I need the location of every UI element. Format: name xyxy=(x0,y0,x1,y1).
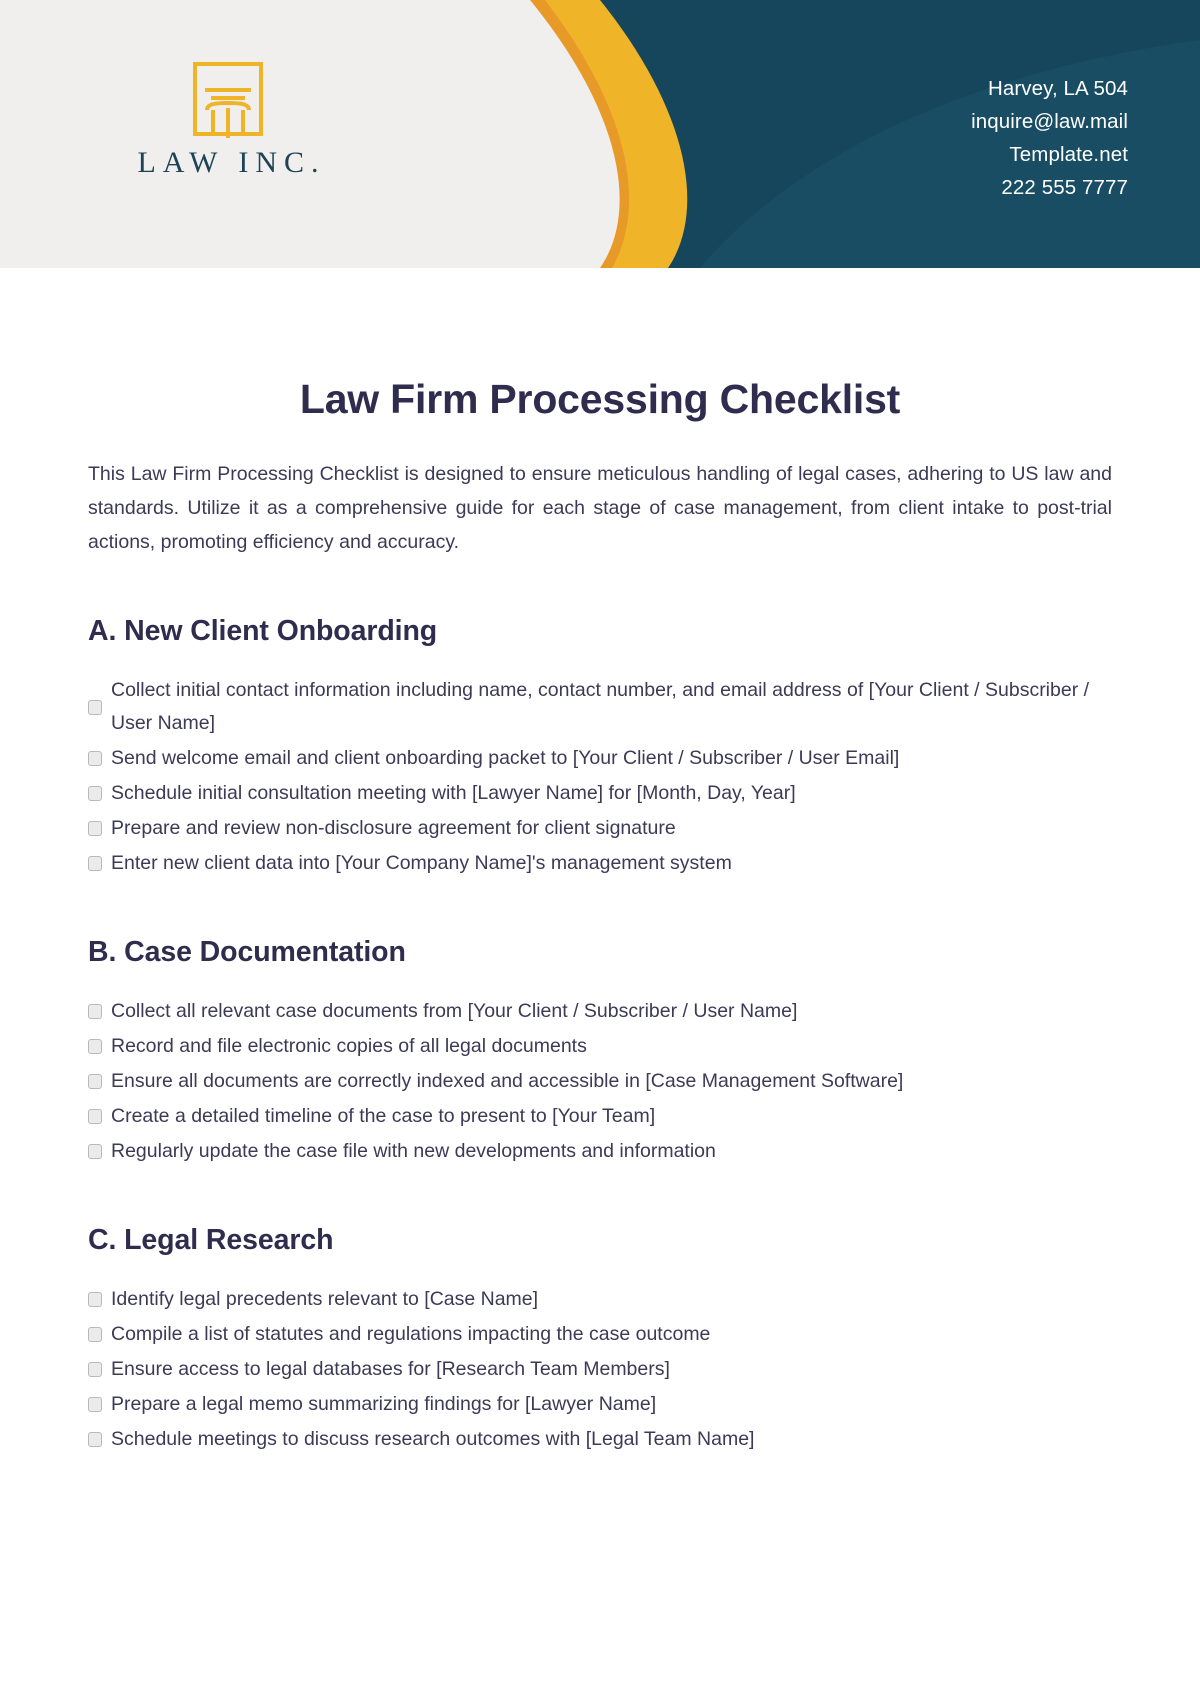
document-page: LAW INC. Harvey, LA 504 inquire@law.mail… xyxy=(0,0,1200,1700)
check-label: Identify legal precedents relevant to [C… xyxy=(111,1288,539,1310)
checkbox-icon[interactable] xyxy=(88,751,102,766)
check-label: Schedule meetings to discuss research ou… xyxy=(111,1428,755,1450)
check-label: Create a detailed timeline of the case t… xyxy=(111,1105,656,1127)
checkbox-icon[interactable] xyxy=(88,1397,102,1412)
list-item[interactable]: Ensure access to legal databases for [Re… xyxy=(88,1353,1112,1386)
brand-name: LAW INC. xyxy=(137,146,326,179)
check-label: Regularly update the case file with new … xyxy=(111,1140,716,1162)
check-label: Schedule initial consultation meeting wi… xyxy=(111,782,796,804)
section-a-checklist: Collect initial contact information incl… xyxy=(88,674,1112,880)
checkbox-icon[interactable] xyxy=(88,1039,102,1054)
check-label: Send welcome email and client onboarding… xyxy=(111,747,900,769)
list-item[interactable]: Compile a list of statutes and regulatio… xyxy=(88,1318,1112,1351)
page-header: LAW INC. Harvey, LA 504 inquire@law.mail… xyxy=(0,0,1200,268)
section-a: A. New Client Onboarding Collect initial… xyxy=(88,615,1112,880)
brand-logo: LAW INC. xyxy=(88,60,368,180)
list-item[interactable]: Schedule initial consultation meeting wi… xyxy=(88,777,1112,810)
check-label: Prepare a legal memo summarizing finding… xyxy=(111,1393,657,1415)
list-item[interactable]: Ensure all documents are correctly index… xyxy=(88,1065,1112,1098)
check-label: Ensure all documents are correctly index… xyxy=(111,1070,904,1092)
list-item[interactable]: Create a detailed timeline of the case t… xyxy=(88,1100,1112,1133)
list-item[interactable]: Identify legal precedents relevant to [C… xyxy=(88,1283,1112,1316)
section-b-heading: B. Case Documentation xyxy=(88,936,406,968)
checkbox-icon[interactable] xyxy=(88,1432,102,1447)
check-label: Record and file electronic copies of all… xyxy=(111,1035,587,1057)
page-title: Law Firm Processing Checklist xyxy=(299,376,901,422)
contact-email: inquire@law.mail xyxy=(971,110,1128,133)
contact-address: Harvey, LA 504 xyxy=(987,77,1128,100)
list-item[interactable]: Collect initial contact information incl… xyxy=(88,674,1112,740)
check-label: Enter new client data into [Your Company… xyxy=(111,852,732,874)
checkbox-icon[interactable] xyxy=(88,1074,102,1089)
list-item[interactable]: Regularly update the case file with new … xyxy=(88,1135,1112,1168)
check-label: Ensure access to legal databases for [Re… xyxy=(111,1358,670,1380)
checkbox-icon[interactable] xyxy=(88,1144,102,1159)
list-item[interactable]: Collect all relevant case documents from… xyxy=(88,995,1112,1028)
section-c-checklist: Identify legal precedents relevant to [C… xyxy=(88,1283,1112,1456)
checkbox-icon[interactable] xyxy=(88,856,102,871)
list-item[interactable]: Enter new client data into [Your Company… xyxy=(88,847,1112,880)
section-c: C. Legal Research Identify legal precede… xyxy=(88,1224,1112,1456)
intro-paragraph: This Law Firm Processing Checklist is de… xyxy=(88,463,1112,553)
checkbox-icon[interactable] xyxy=(88,1004,102,1019)
checkbox-icon[interactable] xyxy=(88,1362,102,1377)
section-b: B. Case Documentation Collect all releva… xyxy=(88,936,1112,1168)
list-item[interactable]: Record and file electronic copies of all… xyxy=(88,1030,1112,1063)
document-body: Law Firm Processing Checklist This Law F… xyxy=(0,268,1200,1458)
list-item[interactable]: Send welcome email and client onboarding… xyxy=(88,742,1112,775)
check-label: Compile a list of statutes and regulatio… xyxy=(111,1323,711,1345)
checkbox-icon[interactable] xyxy=(88,1327,102,1342)
check-label: Collect all relevant case documents from… xyxy=(111,1000,798,1022)
checkbox-icon[interactable] xyxy=(88,1292,102,1307)
check-label: Prepare and review non-disclosure agreem… xyxy=(111,817,676,839)
contact-phone: 222 555 7777 xyxy=(1001,176,1128,199)
list-item[interactable]: Prepare and review non-disclosure agreem… xyxy=(88,812,1112,845)
check-label: Collect initial contact information incl… xyxy=(111,679,1090,734)
contact-info: Harvey, LA 504 inquire@law.mail Template… xyxy=(971,72,1128,204)
section-c-heading: C. Legal Research xyxy=(88,1224,334,1256)
checkbox-icon[interactable] xyxy=(88,699,102,715)
pillar-column-icon xyxy=(193,62,263,138)
contact-website: Template.net xyxy=(1009,143,1128,166)
section-b-checklist: Collect all relevant case documents from… xyxy=(88,995,1112,1168)
list-item[interactable]: Prepare a legal memo summarizing finding… xyxy=(88,1388,1112,1421)
checkbox-icon[interactable] xyxy=(88,786,102,801)
list-item[interactable]: Schedule meetings to discuss research ou… xyxy=(88,1423,1112,1456)
section-a-heading: A. New Client Onboarding xyxy=(88,615,438,647)
checkbox-icon[interactable] xyxy=(88,1109,102,1124)
checkbox-icon[interactable] xyxy=(88,821,102,836)
